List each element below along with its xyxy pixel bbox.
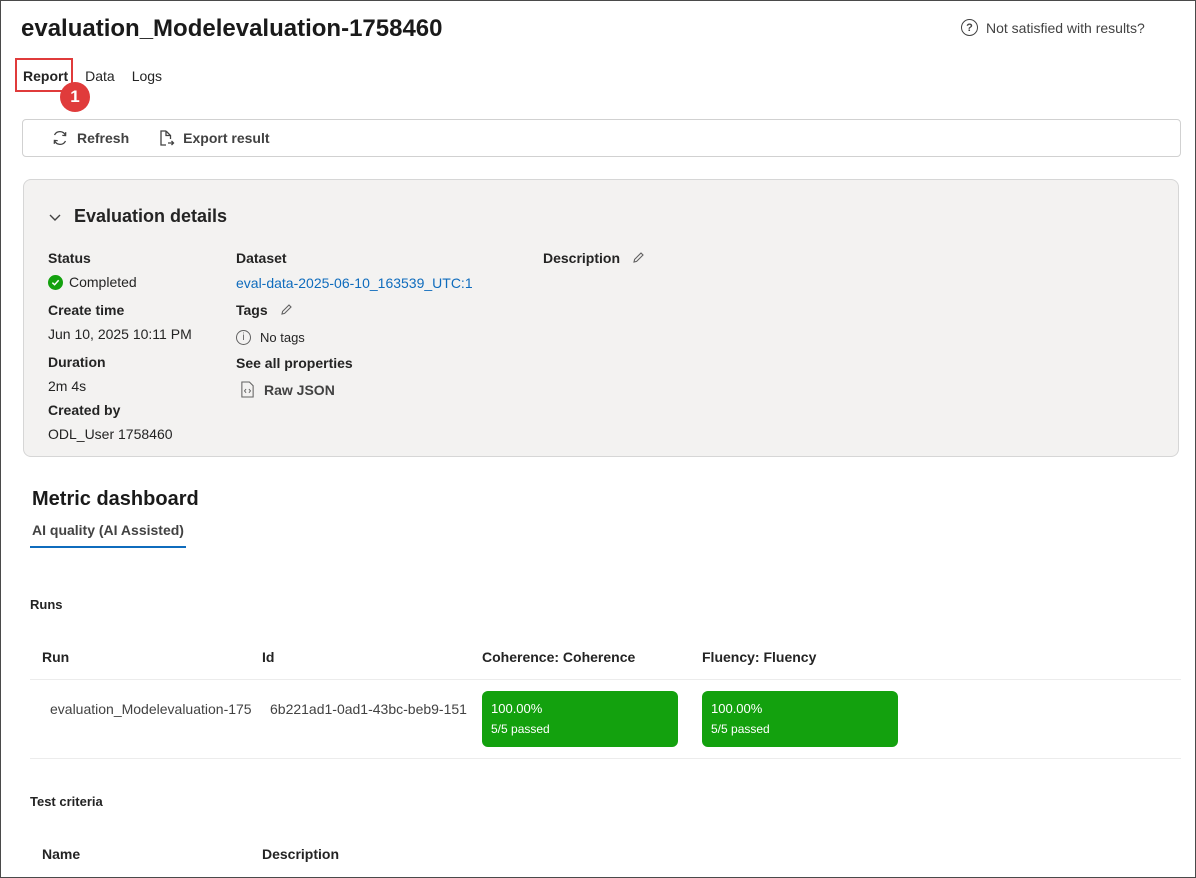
pencil-icon[interactable]: [280, 303, 293, 316]
status-text: Completed: [69, 274, 137, 290]
annotation-step-badge: 1: [60, 82, 90, 112]
created-by-label: Created by: [48, 402, 121, 418]
info-icon: i: [236, 330, 251, 345]
refresh-button[interactable]: Refresh: [51, 129, 129, 147]
feedback-label: Not satisfied with results?: [986, 19, 1145, 36]
coherence-percent: 100.00%: [491, 701, 543, 716]
duration-label: Duration: [48, 354, 106, 370]
created-by-value: ODL_User 1758460: [48, 426, 173, 442]
column-header-description: Description: [262, 846, 340, 862]
test-criteria-label: Test criteria: [30, 794, 103, 809]
checkmark-circle-icon: [48, 274, 63, 290]
coherence-passed: 5/5 passed: [491, 722, 550, 736]
column-header-run: Run: [42, 649, 70, 665]
fluency-percent: 100.00%: [711, 701, 763, 716]
chevron-down-icon: [49, 214, 61, 221]
tab-ai-quality[interactable]: AI quality (AI Assisted): [30, 522, 186, 548]
raw-json-label: Raw JSON: [264, 381, 335, 398]
dataset-label: Dataset: [236, 250, 287, 266]
column-header-id: Id: [262, 649, 275, 665]
evaluation-details-title: Evaluation details: [74, 206, 228, 226]
column-header-name: Name: [42, 846, 81, 862]
tags-label-row: Tags: [236, 302, 293, 318]
export-label: Export result: [183, 130, 270, 146]
create-time-label: Create time: [48, 302, 125, 318]
column-header-coherence: Coherence: Coherence: [482, 649, 636, 665]
evaluation-details-toggle[interactable]: Evaluation details: [48, 206, 227, 227]
runs-section-label: Runs: [30, 597, 63, 612]
description-label: Description: [543, 250, 621, 266]
no-tags-text: No tags: [260, 330, 305, 345]
evaluation-report-page: evaluation_Modelevaluation-1758460 ? Not…: [0, 0, 1196, 878]
run-name-cell[interactable]: evaluation_Modelevaluation-1758460: [50, 701, 251, 717]
tags-label: Tags: [236, 302, 268, 318]
status-label: Status: [48, 250, 91, 266]
tab-logs[interactable]: Logs: [132, 68, 162, 84]
tab-data[interactable]: Data: [85, 68, 115, 84]
export-icon: [160, 130, 175, 146]
fluency-score-badge: 100.00% 5/5 passed: [702, 691, 898, 747]
feedback-link[interactable]: ? Not satisfied with results?: [961, 19, 1145, 36]
pencil-icon[interactable]: [632, 251, 645, 264]
refresh-label: Refresh: [77, 130, 130, 146]
status-value: Completed: [48, 274, 137, 290]
table-divider: [30, 679, 1181, 680]
question-icon: ?: [961, 19, 978, 36]
table-divider: [30, 758, 1181, 759]
toolbar: Refresh Export result: [22, 119, 1181, 157]
column-header-fluency: Fluency: Fluency: [702, 649, 817, 665]
no-tags-row: i No tags: [236, 330, 305, 345]
run-id-cell: 6b221ad1-0ad1-43bc-beb9-151: [270, 701, 467, 717]
create-time-value: Jun 10, 2025 10:11 PM: [48, 326, 192, 342]
description-label-row: Description: [543, 250, 645, 266]
see-all-properties-label: See all properties: [236, 355, 353, 371]
dataset-link[interactable]: eval-data-2025-06-10_163539_UTC:1: [236, 275, 473, 291]
metric-dashboard-title: Metric dashboard: [32, 488, 199, 510]
coherence-score-badge: 100.00% 5/5 passed: [482, 691, 678, 747]
refresh-icon: [53, 131, 67, 145]
code-file-icon: [241, 381, 254, 398]
raw-json-link[interactable]: Raw JSON: [240, 381, 335, 398]
duration-value: 2m 4s: [48, 378, 87, 394]
page-title: evaluation_Modelevaluation-1758460: [21, 15, 443, 42]
evaluation-details-panel: Evaluation details Status Completed Crea…: [23, 179, 1179, 457]
export-result-button[interactable]: Export result: [157, 129, 270, 147]
fluency-passed: 5/5 passed: [711, 722, 770, 736]
